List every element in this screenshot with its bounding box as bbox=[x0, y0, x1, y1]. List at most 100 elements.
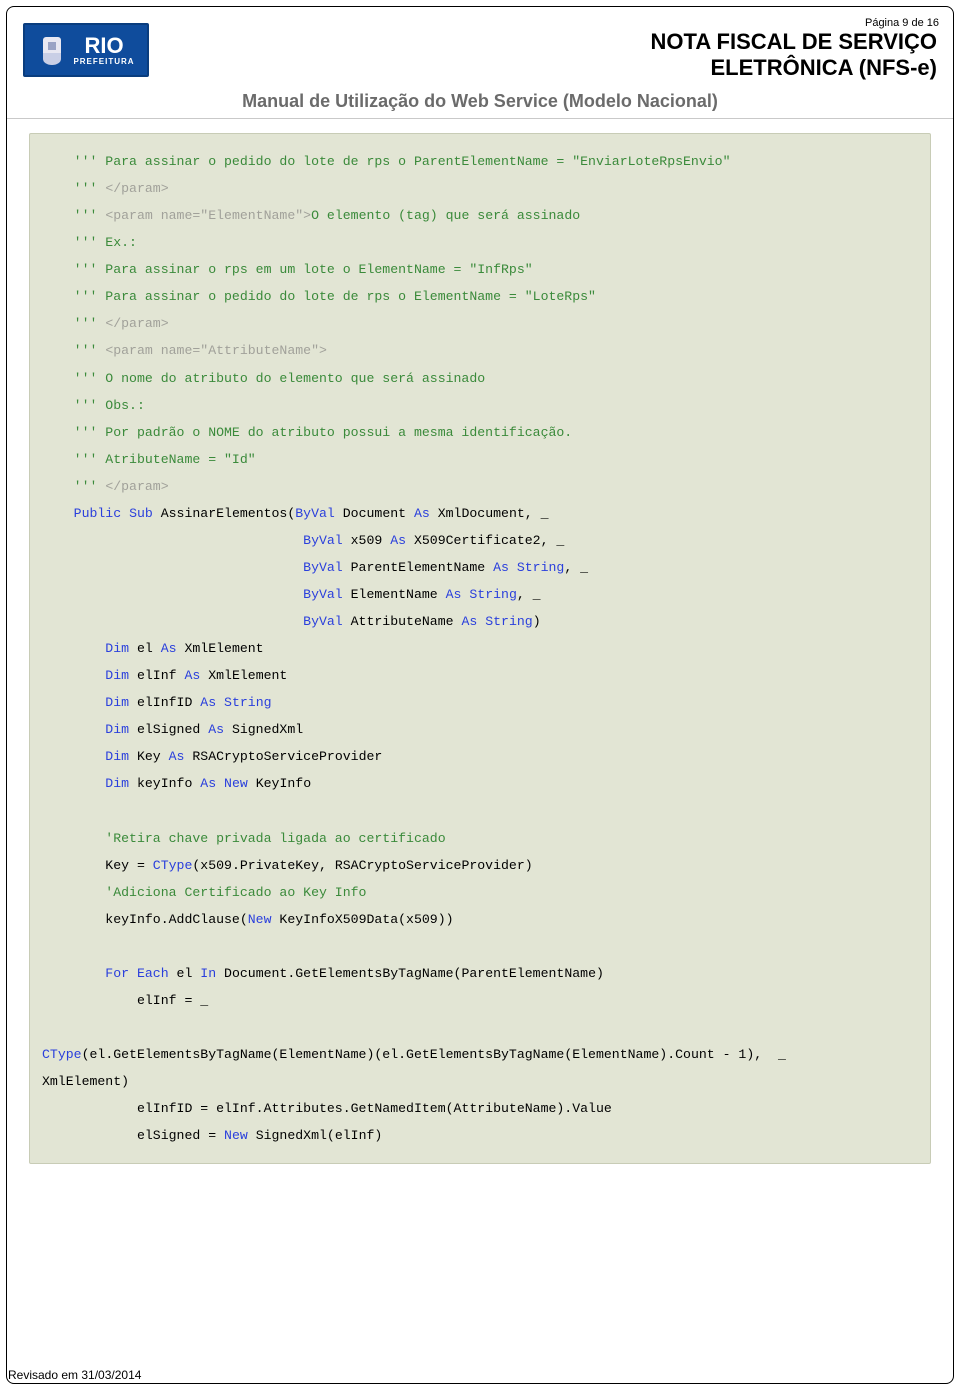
code-keyword: String bbox=[485, 614, 532, 629]
code-keyword: New bbox=[224, 1128, 248, 1143]
code-keyword: As bbox=[184, 668, 200, 683]
footer-revision: Revisado em 31/03/2014 bbox=[8, 1368, 141, 1382]
code-keyword: String bbox=[517, 560, 564, 575]
code-xml-tag: <param name="AttributeName"> bbox=[97, 343, 327, 358]
code-text: Document.GetElementsByTagName(ParentElem… bbox=[216, 966, 604, 981]
code-comment: 'Adiciona Certificado ao Key Info bbox=[42, 885, 366, 900]
code-xml-tag: </param> bbox=[97, 181, 168, 196]
doc-title-line2: ELETRÔNICA (NFS-e) bbox=[149, 55, 937, 81]
code-keyword: Dim bbox=[42, 749, 129, 764]
code-keyword: Dim bbox=[42, 668, 129, 683]
code-comment: 'Retira chave privada ligada ao certific… bbox=[42, 831, 446, 846]
code-text: el bbox=[129, 641, 161, 656]
code-text: elInfID bbox=[129, 695, 200, 710]
code-text: AttributeName bbox=[343, 614, 462, 629]
code-keyword: As bbox=[208, 722, 224, 737]
code-keyword: ByVal bbox=[303, 560, 343, 575]
logo-text-rio: RIO bbox=[84, 35, 123, 57]
code-keyword: As bbox=[200, 776, 216, 791]
code-text: ) bbox=[533, 614, 541, 629]
code-keyword: For bbox=[42, 966, 129, 981]
code-text: el bbox=[169, 966, 201, 981]
code-text: (el.GetElementsByTagName(ElementName)(el… bbox=[82, 1047, 786, 1062]
code-keyword: Dim bbox=[42, 695, 129, 710]
code-line: O elemento (tag) que será assinado bbox=[311, 208, 580, 223]
code-keyword: As bbox=[493, 560, 509, 575]
code-line: ''' Para assinar o pedido do lote de rps… bbox=[42, 154, 731, 169]
code-text: Key bbox=[129, 749, 169, 764]
crest-icon bbox=[37, 33, 67, 67]
code-keyword: As bbox=[461, 614, 477, 629]
code-text: elSigned bbox=[129, 722, 208, 737]
code-keyword: CType bbox=[153, 858, 193, 873]
code-indent bbox=[42, 614, 303, 629]
code-text: elInf = _ bbox=[42, 993, 208, 1008]
code-text: KeyInfo bbox=[248, 776, 311, 791]
rio-logo: RIO PREFEITURA bbox=[23, 23, 149, 77]
code-keyword: As bbox=[390, 533, 406, 548]
code-line: ''' Ex.: bbox=[42, 235, 137, 250]
code-text: , _ bbox=[564, 560, 588, 575]
code-text: Key = bbox=[42, 858, 153, 873]
code-keyword: New bbox=[248, 912, 272, 927]
code-keyword: Dim bbox=[42, 722, 129, 737]
code-keyword: Dim bbox=[42, 776, 129, 791]
code-keyword: As bbox=[169, 749, 185, 764]
code-keyword: New bbox=[224, 776, 248, 791]
code-text: XmlElement) bbox=[42, 1074, 129, 1089]
code-text: RSACryptoServiceProvider bbox=[184, 749, 382, 764]
code-keyword: CType bbox=[42, 1047, 82, 1062]
code-line: ''' bbox=[42, 316, 97, 331]
code-xml-tag: </param> bbox=[97, 479, 168, 494]
code-text: SignedXml bbox=[224, 722, 303, 737]
code-line: ''' Obs.: bbox=[42, 398, 145, 413]
header: RIO PREFEITURA NOTA FISCAL DE SERVIÇO EL… bbox=[7, 7, 953, 81]
code-text: Document bbox=[335, 506, 414, 521]
code-keyword: As bbox=[200, 695, 216, 710]
page-frame: Página 9 de 16 RIO PREFEITURA NOTA FISCA… bbox=[6, 6, 954, 1384]
code-keyword: Public bbox=[42, 506, 121, 521]
code-keyword: As bbox=[446, 587, 462, 602]
code-text: X509Certificate2, _ bbox=[406, 533, 564, 548]
code-text: elSigned = bbox=[42, 1128, 224, 1143]
code-text: ParentElementName bbox=[343, 560, 493, 575]
code-keyword: ByVal bbox=[295, 506, 335, 521]
doc-title-line1: NOTA FISCAL DE SERVIÇO bbox=[149, 29, 937, 55]
code-line: ''' AtributeName = "Id" bbox=[42, 452, 256, 467]
code-text: , _ bbox=[517, 587, 541, 602]
code-block: ''' Para assinar o pedido do lote de rps… bbox=[29, 133, 931, 1164]
code-line: ''' bbox=[42, 181, 97, 196]
code-text: elInfID = elInf.Attributes.GetNamedItem(… bbox=[42, 1101, 612, 1116]
code-line: ''' bbox=[42, 208, 97, 223]
code-keyword: String bbox=[469, 587, 516, 602]
code-text: XmlDocument, _ bbox=[430, 506, 549, 521]
code-keyword: As bbox=[414, 506, 430, 521]
code-line: ''' bbox=[42, 343, 97, 358]
code-text: elInf bbox=[129, 668, 184, 683]
header-divider bbox=[7, 118, 953, 119]
code-indent bbox=[42, 587, 303, 602]
code-text: AssinarElementos( bbox=[153, 506, 295, 521]
code-text: XmlElement bbox=[200, 668, 287, 683]
code-line: ''' bbox=[42, 479, 97, 494]
code-text: keyInfo.AddClause( bbox=[42, 912, 248, 927]
code-line: ''' Por padrão o NOME do atributo possui… bbox=[42, 425, 572, 440]
code-keyword: As bbox=[161, 641, 177, 656]
code-text: SignedXml(elInf) bbox=[248, 1128, 383, 1143]
code-xml-tag: <param name="ElementName"> bbox=[97, 208, 311, 223]
code-keyword: Dim bbox=[42, 641, 129, 656]
code-xml-tag: </param> bbox=[97, 316, 168, 331]
code-keyword: Each bbox=[137, 966, 169, 981]
page-number: Página 9 de 16 bbox=[865, 17, 939, 29]
code-keyword: ByVal bbox=[303, 614, 343, 629]
code-line: ''' O nome do atributo do elemento que s… bbox=[42, 371, 485, 386]
code-indent bbox=[42, 533, 303, 548]
code-text: keyInfo bbox=[129, 776, 200, 791]
code-keyword: In bbox=[200, 966, 216, 981]
code-indent bbox=[42, 560, 303, 575]
code-keyword: ByVal bbox=[303, 587, 343, 602]
code-text: XmlElement bbox=[177, 641, 264, 656]
code-text: KeyInfoX509Data(x509)) bbox=[272, 912, 454, 927]
logo-text-pref: PREFEITURA bbox=[73, 57, 134, 66]
code-keyword: String bbox=[224, 695, 271, 710]
